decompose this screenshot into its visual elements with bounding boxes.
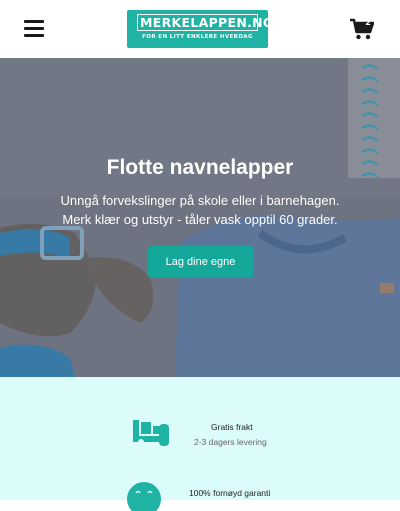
cart-button[interactable]: 2 <box>350 16 378 42</box>
hero-banner: Flotte navnelapper Unngå forvekslinger p… <box>0 58 400 377</box>
hero-subtitle: Unngå forvekslinger på skole eller i bar… <box>0 191 400 229</box>
hero-title: Flotte navnelapper <box>106 156 294 179</box>
cart-count-badge: 2 <box>365 18 371 27</box>
logo-tagline: FOR EN LITT ENKLERE HVERDAG <box>142 34 253 40</box>
feature-subtitle: 2-3 dagers levering <box>194 437 267 447</box>
site-logo[interactable]: MERKELAPPEN.NO FOR EN LITT ENKLERE HVERD… <box>127 10 274 48</box>
truck-icon <box>133 420 169 446</box>
feature-title: 100% fornøyd garanti <box>189 488 271 498</box>
feature-title: Gratis frakt <box>211 422 253 432</box>
menu-icon[interactable] <box>24 20 44 37</box>
features-section: Gratis frakt 2-3 dagers levering 100% fo… <box>0 377 400 511</box>
smiley-icon <box>127 482 161 511</box>
create-labels-button[interactable]: Lag dine egne <box>148 246 253 278</box>
hero-subtitle-line: Merk klær og utstyr - tåler vask opptil … <box>62 212 338 227</box>
hero-subtitle-line: Unngå forvekslinger på skole eller i bar… <box>60 193 340 208</box>
site-header: MERKELAPPEN.NO FOR EN LITT ENKLERE HVERD… <box>0 0 400 58</box>
logo-text: MERKELAPPEN.NO <box>137 14 274 31</box>
